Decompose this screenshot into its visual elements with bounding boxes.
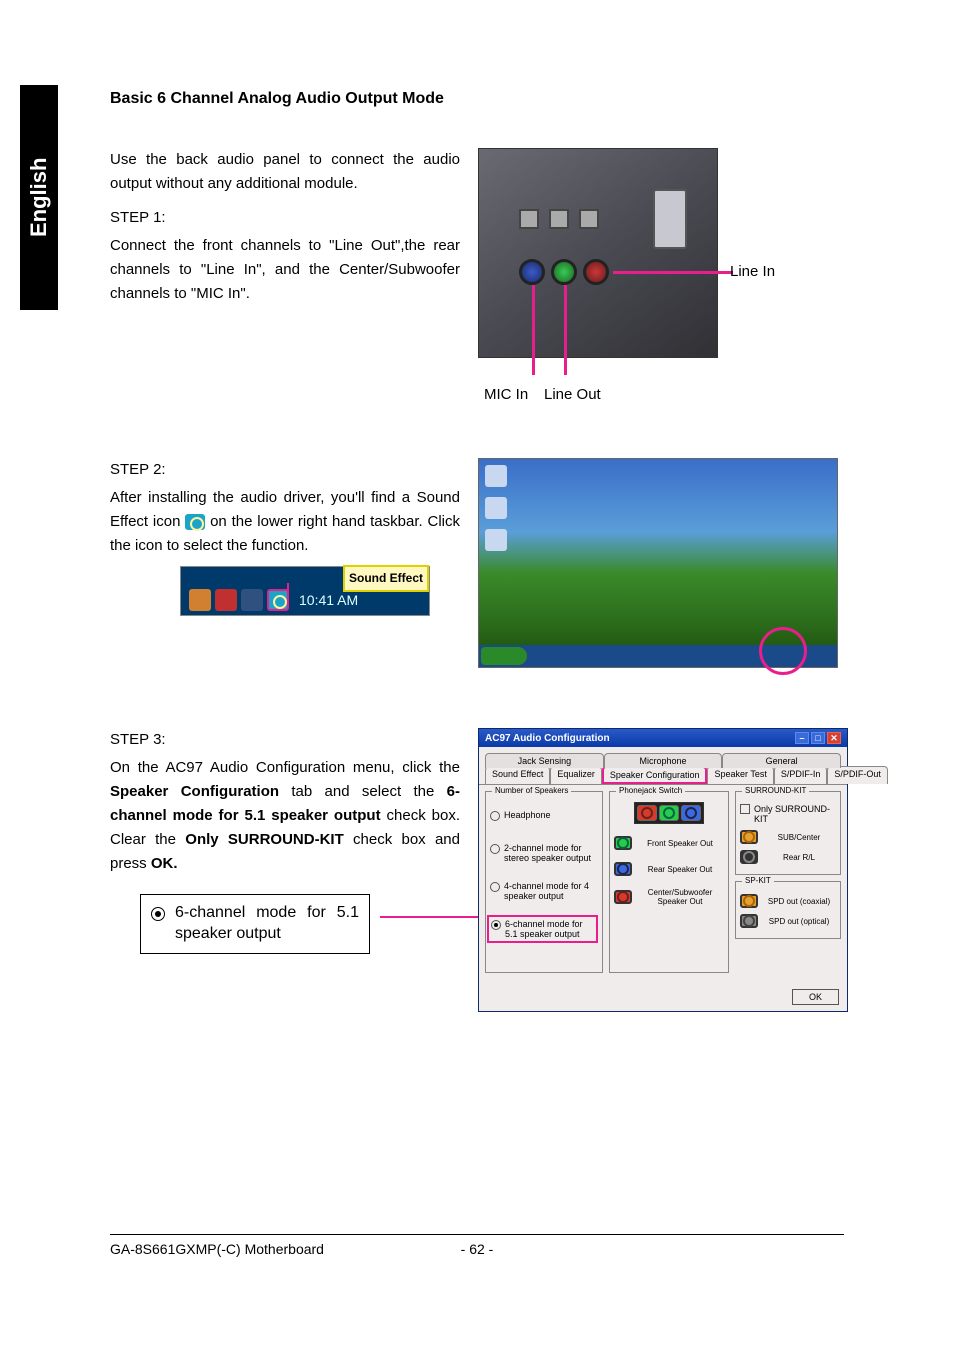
radio-callout: 6-channel mode for 5.1 speaker output <box>140 894 370 954</box>
sound-effect-icon <box>185 514 205 530</box>
group-phonejack-switch: Phonejack Switch Front Speaker Out <box>609 791 729 973</box>
step2-body: After installing the audio driver, you'l… <box>110 486 460 558</box>
tab-speaker-configuration[interactable]: Speaker Configuration <box>602 766 708 784</box>
jack-spd-opt-icon <box>740 914 758 928</box>
group-surround-kit: SURROUND-KIT Only SURROUND-KIT SUB/Cente… <box>735 791 841 875</box>
group-sp-kit: SP-KIT SPD out (coaxial) SPD out (optica… <box>735 881 841 939</box>
radio-4ch[interactable]: 4-channel mode for 4 speaker output <box>490 881 598 901</box>
tab-spdif-in[interactable]: S/PDIF-In <box>774 766 828 784</box>
footer-model: GA-8S661GXMP(-C) Motherboard <box>110 1241 461 1257</box>
tray-icon <box>189 589 211 611</box>
tab-equalizer[interactable]: Equalizer <box>550 766 602 784</box>
minimize-button[interactable]: – <box>795 732 809 744</box>
step1-body: Connect the front channels to "Line Out"… <box>110 234 460 306</box>
jack-rear-icon <box>614 862 632 876</box>
jack-rearrl-icon <box>740 850 758 864</box>
tray-icon <box>241 589 263 611</box>
step2-heading: STEP 2: <box>110 458 460 482</box>
desktop-screenshot <box>478 458 838 668</box>
callout-leader-line <box>380 916 488 918</box>
tab-speaker-test[interactable]: Speaker Test <box>707 766 773 784</box>
lbl-subcenter: SUB/Center <box>762 833 836 842</box>
lbl-spd-coaxial: SPD out (coaxial) <box>762 897 836 906</box>
jack-mic-in <box>583 259 609 285</box>
tab-microphone[interactable]: Microphone <box>604 753 723 768</box>
language-tab: English <box>20 85 58 310</box>
start-button <box>481 647 527 665</box>
footer-page-number: - 62 - <box>461 1241 494 1257</box>
lbl-rear-speaker: Rear Speaker Out <box>636 865 724 874</box>
ok-button[interactable]: OK <box>792 989 839 1005</box>
group-number-of-speakers: Number of Speakers Headphone 2-channel m… <box>485 791 603 973</box>
jack-front-icon <box>614 836 632 850</box>
phonejack-triple <box>634 802 704 824</box>
step3-heading: STEP 3: <box>110 728 460 752</box>
page-footer: GA-8S661GXMP(-C) Motherboard - 62 - <box>110 1234 844 1257</box>
window-title: AC97 Audio Configuration <box>485 733 610 744</box>
desktop-icon <box>485 497 507 519</box>
section-title: Basic 6 Channel Analog Audio Output Mode <box>110 90 850 108</box>
maximize-button[interactable]: □ <box>811 732 825 744</box>
tab-general[interactable]: General <box>722 753 841 768</box>
ac97-titlebar: AC97 Audio Configuration – □ ✕ <box>479 729 847 747</box>
step1-heading: STEP 1: <box>110 206 460 230</box>
tray-sound-effect-icon[interactable] <box>267 589 289 611</box>
jack-subcenter-icon <box>740 830 758 844</box>
close-button[interactable]: ✕ <box>827 732 841 744</box>
label-line-out: Line Out <box>544 386 601 403</box>
radio-selected-icon <box>151 907 165 921</box>
jack-line-out <box>551 259 577 285</box>
step2-block: STEP 2: After installing the audio drive… <box>110 458 850 668</box>
radio-2ch[interactable]: 2-channel mode for stereo speaker output <box>490 843 598 863</box>
desktop-icon <box>485 529 507 551</box>
lbl-rearrl: Rear R/L <box>762 853 836 862</box>
step1-figure <box>478 148 850 418</box>
lbl-center-speaker: Center/Subwoofer Speaker Out <box>636 888 724 906</box>
radio-6ch[interactable]: 6-channel mode for 5.1 speaker output <box>487 915 598 943</box>
tray-clock: 10:41 AM <box>299 589 358 611</box>
jack-spd-coax-icon <box>740 894 758 908</box>
ac97-window: AC97 Audio Configuration – □ ✕ Jack Sens… <box>478 728 848 1012</box>
label-mic-in: MIC In <box>484 386 528 403</box>
audio-panel-photo <box>478 148 718 358</box>
taskbar-screenshot: Sound Effect 10:41 AM <box>180 566 430 616</box>
lbl-front-speaker: Front Speaker Out <box>636 839 724 848</box>
jack-center-icon <box>614 890 632 904</box>
tab-sound-effect[interactable]: Sound Effect <box>485 766 550 784</box>
lbl-spd-optical: SPD out (optical) <box>762 917 836 926</box>
tab-spdif-out[interactable]: S/PDIF-Out <box>827 766 888 784</box>
radio-callout-label: 6-channel mode for 5.1 speaker output <box>175 903 359 945</box>
highlight-circle <box>759 627 807 675</box>
checkbox-only-surround-kit[interactable]: Only SURROUND-KIT <box>740 804 836 824</box>
label-line-in: Line In <box>730 263 775 280</box>
tab-jack-sensing[interactable]: Jack Sensing <box>485 753 604 768</box>
step1-block: Use the back audio panel to connect the … <box>110 148 850 418</box>
step3-block: STEP 3: On the AC97 Audio Configuration … <box>110 728 850 1012</box>
jack-line-in <box>519 259 545 285</box>
step1-intro: Use the back audio panel to connect the … <box>110 148 460 196</box>
radio-headphone[interactable]: Headphone <box>490 810 598 821</box>
desktop-icon <box>485 465 507 487</box>
step3-body: On the AC97 Audio Configuration menu, cl… <box>110 756 460 876</box>
tray-icon <box>215 589 237 611</box>
